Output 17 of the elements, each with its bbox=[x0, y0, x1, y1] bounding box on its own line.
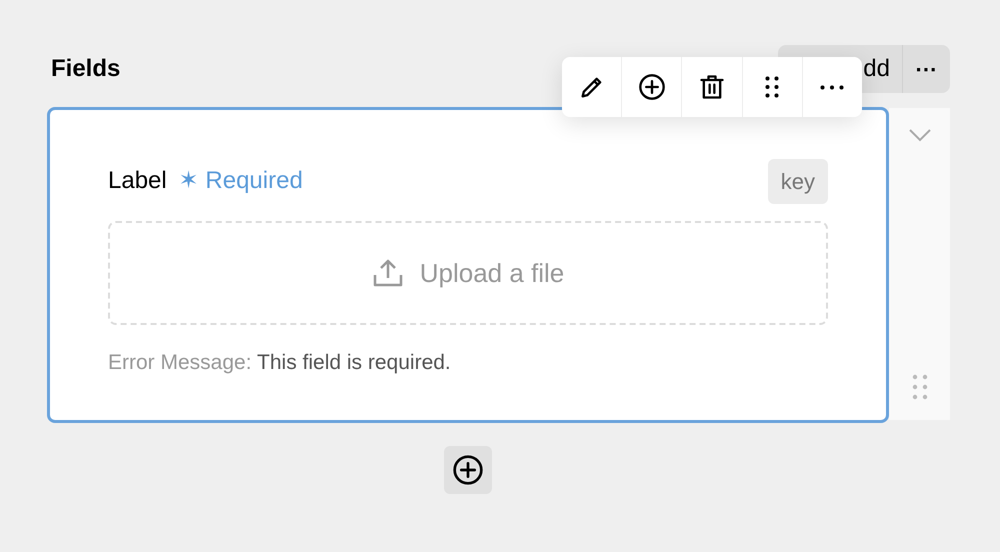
section-title: Fields bbox=[51, 54, 120, 84]
drag-handle-icon[interactable] bbox=[912, 374, 928, 400]
more-icon bbox=[820, 84, 844, 90]
more-button[interactable]: ··· bbox=[903, 45, 950, 93]
field-card[interactable]: Label ✶ Required key Upload a file Error Message: This field is required. bbox=[47, 107, 889, 423]
plus-circle-icon bbox=[452, 454, 484, 486]
upload-label: Upload a file bbox=[420, 256, 564, 290]
field-label: Label bbox=[108, 166, 167, 196]
drag-handle-icon bbox=[765, 76, 780, 98]
error-label: Error Message: bbox=[108, 351, 252, 374]
error-message: This field is required. bbox=[257, 351, 451, 374]
trash-icon bbox=[698, 73, 726, 101]
required-indicator: ✶ Required bbox=[178, 166, 303, 196]
plus-circle-icon bbox=[638, 73, 666, 101]
key-tag: key bbox=[768, 158, 828, 204]
add-field-button[interactable] bbox=[444, 446, 492, 494]
upload-icon bbox=[372, 258, 404, 288]
